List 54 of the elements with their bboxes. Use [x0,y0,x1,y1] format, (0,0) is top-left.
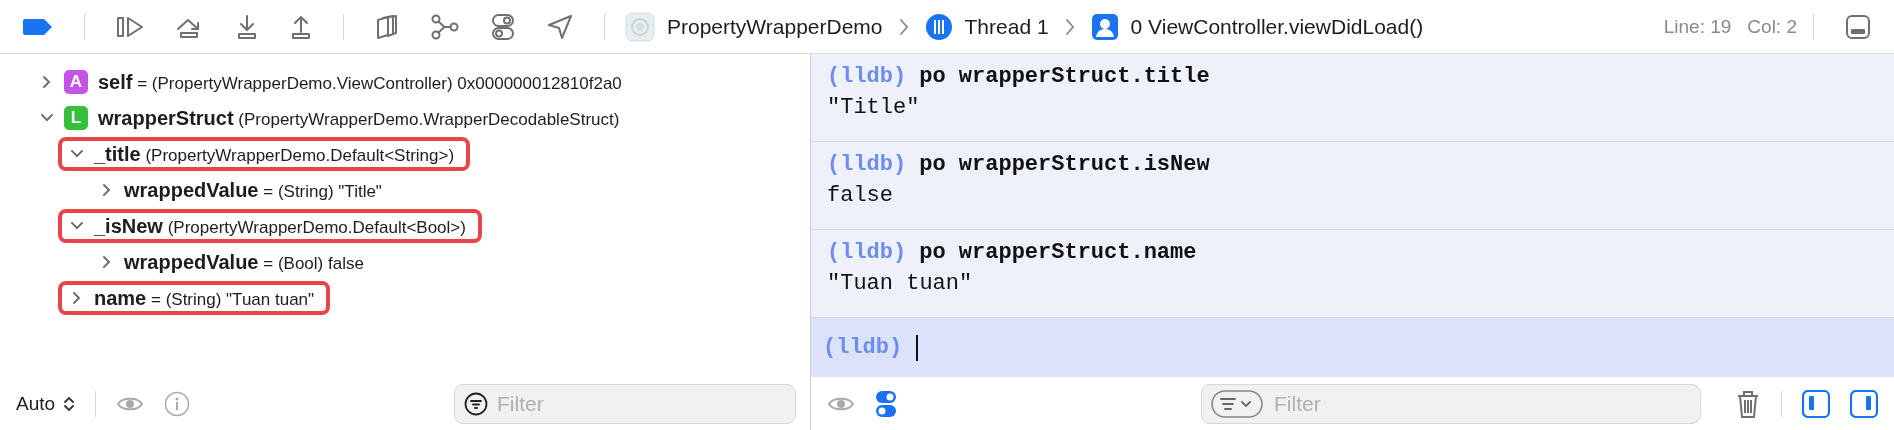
panel-icon[interactable] [1844,12,1872,41]
type-badge: L [64,106,88,130]
breadcrumb-item[interactable]: Thread 1 [924,12,1049,41]
console-prompt: (lldb) [827,152,907,177]
step-out-icon[interactable] [289,13,313,40]
updown-icon [63,394,76,413]
variable-text: wrappedValue = (Bool) false [124,250,364,274]
breakpoint-icon[interactable] [22,16,54,37]
console-command: po wrapperStruct.name [919,240,1197,265]
filter-field[interactable]: Filter [454,383,796,424]
continue-icon[interactable] [115,14,145,39]
variable-row[interactable]: _isNew (PropertyWrapperDemo.Default<Bool>) [58,209,482,243]
console-command: po wrapperStruct.isNew [919,152,1210,177]
type-badge: A [64,70,88,94]
breadcrumb-item[interactable]: PropertyWrapperDemo [625,11,883,42]
console-prompt: (lldb) [823,335,903,360]
trash-icon[interactable] [1735,388,1761,419]
toggles-icon[interactable] [875,389,897,418]
person-icon [1090,12,1119,41]
variable-row[interactable]: name = (String) "Tuan tuan" [58,281,331,315]
console-output: false [827,183,894,208]
app-icon [625,11,655,42]
variable-row[interactable]: A self = (PropertyWrapperDemo.ViewController) 0x000000012810f2a0 [28,65,634,99]
text-cursor [916,334,919,361]
layers-icon[interactable] [374,13,400,40]
console-command: po wrapperStruct.title [919,64,1210,89]
chevron-icon [898,17,909,36]
variable-row[interactable]: _title (PropertyWrapperDemo.Default<String>) [58,137,471,171]
console-output: "Title" [827,95,921,120]
variable-row[interactable]: wrappedValue = (String) "Title" [88,173,394,207]
step-into-icon[interactable] [235,13,259,40]
variable-text: self = (PropertyWrapperDemo.ViewController) 0x000000012810f2a0 [98,70,622,94]
filter-field[interactable]: Filter [1201,383,1701,424]
left-panel-icon[interactable] [1802,389,1830,418]
variable-text: wrapperStruct (PropertyWrapperDemo.WrapperDecodableStruct) [98,106,620,130]
thread-icon [924,12,953,41]
variable-row[interactable]: wrappedValue = (Bool) false [88,245,376,279]
variable-row[interactable]: L wrapperStruct (PropertyWrapperDemo.WrapperDecodableStruct) [28,101,632,135]
graph-icon[interactable] [430,13,460,40]
location-arrow-icon[interactable] [546,12,574,41]
variable-text: wrappedValue = (String) "Title" [124,178,382,202]
console-prompt: (lldb) [827,240,907,265]
toggles-icon[interactable] [490,12,516,41]
scope-selector[interactable]: Auto [16,392,76,415]
variable-text: _title (PropertyWrapperDemo.Default<String>) [94,142,455,166]
line-number-label: Line: 19 [1663,15,1732,38]
chevron-icon [1064,17,1075,36]
breadcrumb-item[interactable]: 0 ViewController.viewDidLoad() [1090,12,1424,41]
variable-text: _isNew (PropertyWrapperDemo.Default<Bool>) [94,214,466,238]
column-number-label: Col: 2 [1747,15,1797,38]
console-output: "Tuan tuan" [827,271,974,296]
variable-text: name = (String) "Tuan tuan" [94,286,315,310]
console-prompt: (lldb) [827,64,907,89]
right-panel-icon[interactable] [1850,389,1878,418]
